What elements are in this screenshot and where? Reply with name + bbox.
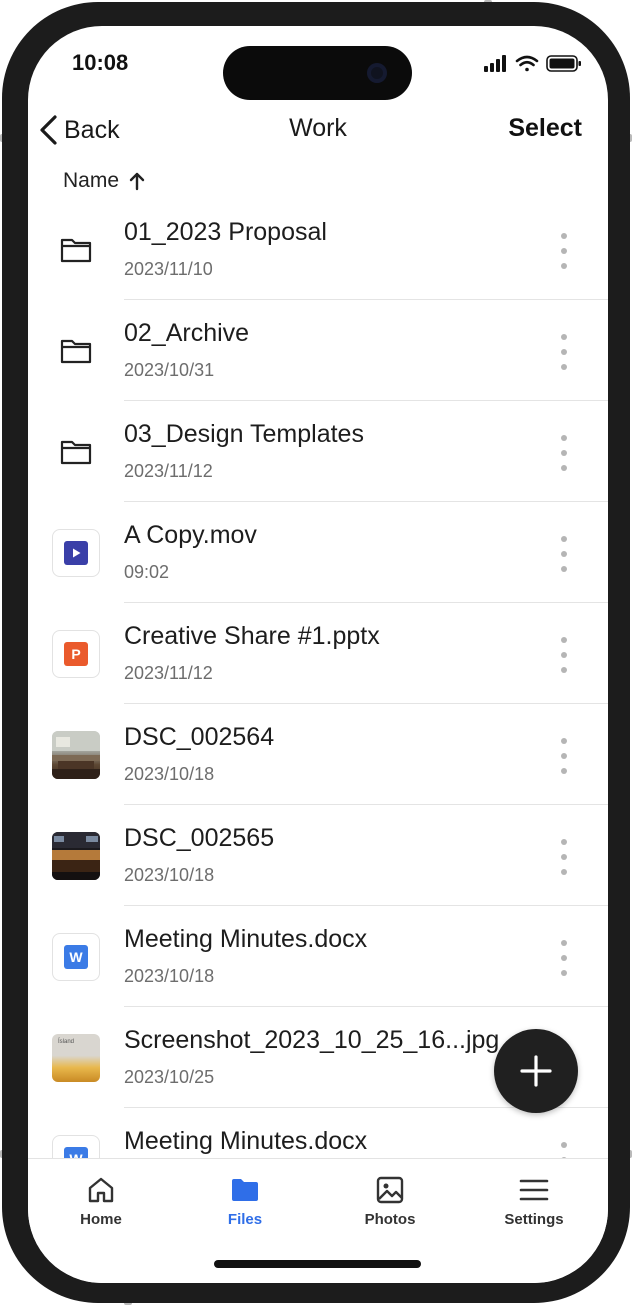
docx-badge: W <box>64 945 88 969</box>
docx-file-icon: W <box>52 933 100 981</box>
file-name: 02_Archive <box>124 319 250 347</box>
folder-icon <box>52 428 100 476</box>
file-name: 01_2023 Proposal <box>124 218 327 246</box>
image-thumbnail <box>52 731 100 779</box>
list-item[interactable]: DSC_002564 2023/10/18 <box>28 704 608 805</box>
status-icons <box>484 54 584 74</box>
wifi-icon <box>515 55 539 72</box>
file-date: 2023/10/18 <box>124 966 215 986</box>
file-name: A Copy.mov <box>124 521 257 549</box>
more-options-icon[interactable] <box>554 233 574 269</box>
add-button[interactable] <box>494 1029 578 1113</box>
sort-control[interactable]: Name <box>63 166 145 196</box>
pptx-badge: P <box>64 642 88 666</box>
folder-icon <box>52 327 100 375</box>
tab-label: Settings <box>504 1211 564 1228</box>
file-date: 2023/11/12 <box>124 663 213 683</box>
file-date: 2023/11/10 <box>124 259 213 279</box>
file-date: 2023/10/18 <box>124 865 215 885</box>
more-options-icon[interactable] <box>554 839 574 875</box>
home-icon <box>88 1177 114 1203</box>
home-indicator <box>214 1260 421 1268</box>
tab-photos[interactable]: Photos <box>330 1175 450 1239</box>
battery-icon <box>546 55 581 72</box>
tab-home[interactable]: Home <box>41 1175 161 1239</box>
list-item[interactable]: W Meeting Minutes.docx 2023/10/18 <box>28 906 608 1007</box>
file-name: DSC_002564 <box>124 723 275 751</box>
file-name: 03_Design Templates <box>124 420 364 448</box>
file-date: 2023/10/18 <box>124 764 215 784</box>
file-name: Creative Share #1.pptx <box>124 622 380 650</box>
file-name: Meeting Minutes.docx <box>124 925 368 953</box>
image-thumbnail: Ísland <box>52 1034 100 1082</box>
phone-frame: 10:08 Back Work Select Name 01_2023 Prop… <box>2 2 630 1303</box>
tab-settings[interactable]: Settings <box>474 1175 594 1239</box>
select-button[interactable]: Select <box>508 114 582 143</box>
more-options-icon[interactable] <box>554 435 574 471</box>
arrow-up-icon <box>129 172 145 191</box>
file-date: 2023/11/12 <box>124 461 213 481</box>
file-name: DSC_002565 <box>124 824 275 852</box>
file-name: Meeting Minutes.docx <box>124 1127 368 1155</box>
image-thumbnail <box>52 832 100 880</box>
video-file-icon <box>52 529 100 577</box>
tab-files[interactable]: Files <box>185 1175 305 1239</box>
list-item[interactable]: 01_2023 Proposal 2023/11/10 <box>28 199 608 300</box>
tab-label: Files <box>227 1211 263 1228</box>
file-duration: 09:02 <box>124 562 170 582</box>
pptx-file-icon: P <box>52 630 100 678</box>
tab-label: Home <box>80 1211 122 1228</box>
image-icon <box>376 1176 404 1204</box>
sort-label: Name <box>63 169 120 192</box>
list-item[interactable]: DSC_002565 2023/10/18 <box>28 805 608 906</box>
file-name: Screenshot_2023_10_25_16...jpg <box>124 1026 500 1054</box>
status-bar: 10:08 <box>28 26 608 100</box>
list-item[interactable]: 02_Archive 2023/10/31 <box>28 300 608 401</box>
file-date: 2023/10/31 <box>124 360 215 380</box>
camera-icon <box>367 63 387 83</box>
more-options-icon[interactable] <box>554 940 574 976</box>
more-options-icon[interactable] <box>554 738 574 774</box>
tab-label: Photos <box>364 1211 416 1228</box>
list-item[interactable]: P Creative Share #1.pptx 2023/11/12 <box>28 603 608 704</box>
navigation-bar: Back Work Select <box>28 106 608 156</box>
list-item[interactable]: 03_Design Templates 2023/11/12 <box>28 401 608 502</box>
folder-icon <box>52 226 100 274</box>
list-item[interactable]: A Copy.mov 09:02 <box>28 502 608 603</box>
status-time: 10:08 <box>72 50 129 75</box>
app-screen: 10:08 Back Work Select Name 01_2023 Prop… <box>28 26 608 1283</box>
menu-icon <box>519 1179 549 1201</box>
more-options-icon[interactable] <box>554 536 574 572</box>
file-date: 2023/10/25 <box>124 1067 215 1087</box>
more-options-icon[interactable] <box>554 637 574 673</box>
signal-icon <box>484 55 506 72</box>
plus-icon <box>520 1055 552 1087</box>
thumbnail-caption: Ísland <box>58 1039 75 1045</box>
more-options-icon[interactable] <box>554 334 574 370</box>
folder-icon <box>232 1179 258 1201</box>
